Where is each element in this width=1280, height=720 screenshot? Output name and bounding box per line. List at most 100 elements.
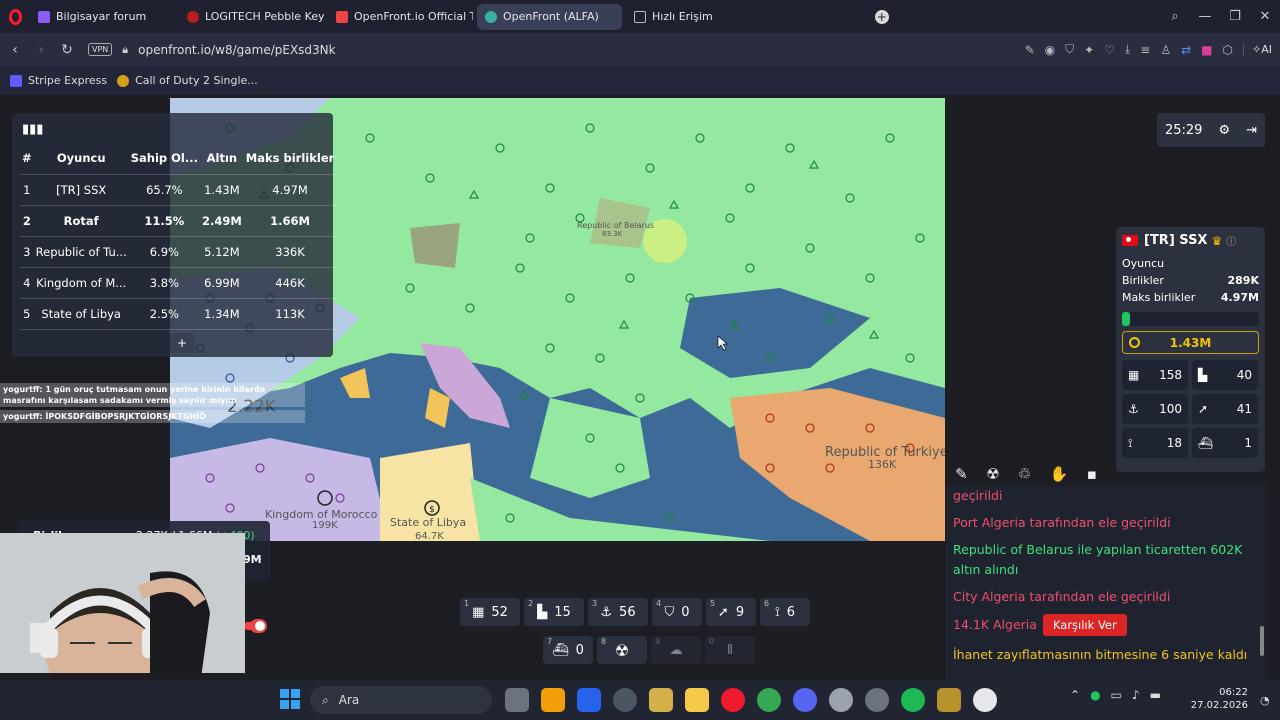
cell-owned: 6.9% [128, 236, 200, 268]
donate-icon[interactable]: ♲ [1018, 465, 1031, 483]
build-sam-launcher-button[interactable]: 6 ⟟ 6 [760, 598, 810, 626]
col-owned[interactable]: Sahip Ol... [128, 143, 200, 175]
build-bar: 1 ▦ 52 2 ▙ 15 3 ⚓ 56 4 ⛉ 0 5 ➚ 9 6 ⟟ 6 [460, 598, 810, 626]
maximize-icon[interactable]: ❐ [1220, 9, 1250, 24]
tab-youtube[interactable]: OpenFront.io Official Tuto [328, 4, 473, 30]
build-missile-silo-button[interactable]: 5 ➚ 9 [706, 598, 756, 626]
build-hydrogen-bomb-button[interactable]: 9 ☁ [651, 636, 701, 664]
info-icon[interactable]: ⓘ [1226, 233, 1236, 248]
profile-icon[interactable]: ♙ [1160, 43, 1171, 57]
retaliate-button[interactable]: Karşılık Ver [1042, 614, 1127, 636]
tab-forum[interactable]: Bilgisayar forum [30, 4, 175, 30]
notepad-icon[interactable] [649, 688, 673, 712]
file-explorer-icon[interactable] [685, 688, 709, 712]
sam-launcher-icon: ⟟ [1128, 435, 1133, 450]
cube-icon[interactable]: ⬡ [1223, 43, 1233, 57]
settings-gear-icon[interactable]: ⚙ [1218, 123, 1230, 138]
tab-quick-access[interactable]: Hızlı Erişim [626, 4, 721, 30]
minimize-icon[interactable]: — [1190, 9, 1220, 24]
heart-icon[interactable]: ♡ [1104, 43, 1115, 57]
url-field[interactable]: openfront.io/w8/game/pEXsd3Nk [138, 43, 335, 57]
brush-icon[interactable]: ✎ [955, 465, 968, 483]
notification-bell-icon[interactable]: ◔ [1260, 694, 1270, 707]
ai-button[interactable]: ✧AI [1243, 43, 1272, 56]
opera-menu-button[interactable] [0, 0, 30, 33]
back-icon[interactable]: ‹ [2, 42, 28, 58]
edit-icon[interactable]: ✎ [1025, 43, 1035, 57]
tab-openfront[interactable]: OpenFront (ALFA) [477, 3, 622, 30]
exit-game-icon[interactable]: ⇥ [1246, 123, 1257, 138]
event-message: 14.1K Algeria Karşılık Ver [953, 614, 1261, 636]
store-icon[interactable] [541, 688, 565, 712]
build-city-button[interactable]: 1 ▦ 52 [460, 598, 520, 626]
nuke-icon[interactable]: ☢ [986, 465, 999, 483]
chrome-icon[interactable] [757, 688, 781, 712]
chat-icon[interactable]: ▪ [1087, 465, 1097, 483]
col-player[interactable]: Oyuncu [33, 143, 129, 175]
table-row[interactable]: 4 Kingdom of M... 3.8% 6.99M 446K [20, 267, 337, 299]
stat-city: ▦ 158 [1122, 360, 1188, 390]
close-icon[interactable]: ✕ [1250, 9, 1280, 24]
menu-icon[interactable]: ≡ [1140, 43, 1150, 57]
shield-icon[interactable]: ⛉ [1065, 42, 1074, 57]
bookmark-stripe[interactable]: Stripe Express [10, 74, 107, 87]
openfront-favicon-icon [485, 10, 497, 23]
extension-icon[interactable]: ✦ [1084, 43, 1094, 57]
battery-icon[interactable]: ▬ [1150, 688, 1161, 702]
translate-icon[interactable]: ⇄ [1181, 43, 1191, 57]
build-defense-post-button[interactable]: 4 ⛉ 0 [652, 598, 702, 626]
cell-rank: 4 [20, 267, 34, 299]
reload-icon[interactable]: ↻ [54, 42, 80, 58]
build-atom-bomb-button[interactable]: 8 ☢ [597, 636, 647, 664]
table-row[interactable]: 5 State of Libya 2.5% 1.34M 113K [20, 298, 337, 330]
settings-app-icon[interactable] [829, 688, 853, 712]
opera-gx-icon[interactable] [865, 688, 889, 712]
alliance-handshake-icon[interactable]: ✋ [1050, 465, 1069, 483]
build-warship-button[interactable]: 7 ⛴ 0 [543, 636, 593, 664]
camera-icon[interactable]: ◉ [1045, 43, 1055, 57]
col-max-troops[interactable]: Maks birlikler [243, 143, 337, 175]
build-count: 52 [491, 604, 508, 620]
svg-text:$: $ [429, 505, 435, 515]
cell-owned: 65.7% [128, 174, 200, 206]
col-rank[interactable]: # [20, 143, 34, 175]
system-clock[interactable]: 06:22 27.02.2026 [1188, 686, 1248, 712]
leaderboard-expand-button[interactable]: + [170, 333, 194, 353]
game-app-icon[interactable] [973, 688, 997, 712]
new-tab-button[interactable]: + [874, 9, 889, 24]
spotify-icon[interactable] [901, 688, 925, 712]
vpn-badge[interactable]: VPN [88, 43, 113, 56]
table-row[interactable]: 3 Republic of Tu... 6.9% 5.12M 336K [20, 236, 337, 268]
windows-start-icon[interactable] [280, 689, 300, 709]
events-scrollbar[interactable] [1260, 626, 1264, 656]
outlook-icon[interactable] [577, 688, 601, 712]
build-factory-button[interactable]: 2 ▙ 15 [524, 598, 584, 626]
build-port-button[interactable]: 3 ⚓ 56 [588, 598, 648, 626]
task-view-icon[interactable] [505, 688, 529, 712]
taskbar-search[interactable]: ⌕ Ara [310, 686, 492, 714]
volume-icon[interactable]: ♪ [1132, 688, 1140, 702]
chevron-up-icon[interactable]: ⌃ [1070, 688, 1080, 702]
network-icon[interactable]: ▭ [1111, 688, 1122, 702]
download-icon[interactable]: ⤓ [1125, 42, 1130, 57]
pink-extension-icon[interactable]: ■ [1201, 43, 1212, 57]
tab-logitech[interactable]: LOGITECH Pebble Keys 2 K [179, 4, 324, 30]
cell-max: 4.97M [243, 174, 337, 206]
discord-icon[interactable] [793, 688, 817, 712]
minecraft-launcher-icon[interactable] [937, 688, 961, 712]
media-player-icon[interactable] [613, 688, 637, 712]
bar-chart-icon[interactable]: ▮▮▮ [22, 122, 43, 137]
opera-taskbar-icon[interactable] [721, 688, 745, 712]
col-gold[interactable]: Altın [199, 143, 244, 175]
table-row[interactable]: 1 [TR] SSX 65.7% 1.43M 4.97M [20, 174, 337, 206]
table-row[interactable]: 2 Rotaf 11.5% 2.49M 1.66M [20, 205, 337, 237]
build-bar-row-2: 7 ⛴ 0 8 ☢ 9 ☁ 0 ⫴ [543, 636, 755, 664]
forward-icon[interactable]: › [28, 42, 54, 58]
slider-thumb[interactable] [253, 619, 267, 633]
bookmark-cod2[interactable]: Call of Duty 2 Single... [117, 74, 258, 87]
search-tabs-icon[interactable]: ⌕ [1160, 9, 1190, 24]
microphone-icon[interactable]: ● [1090, 688, 1100, 702]
build-mirv-button[interactable]: 0 ⫴ [705, 636, 755, 664]
lock-icon[interactable]: 🔒︎ [122, 43, 128, 57]
hotkey-label: 9 [655, 637, 661, 646]
